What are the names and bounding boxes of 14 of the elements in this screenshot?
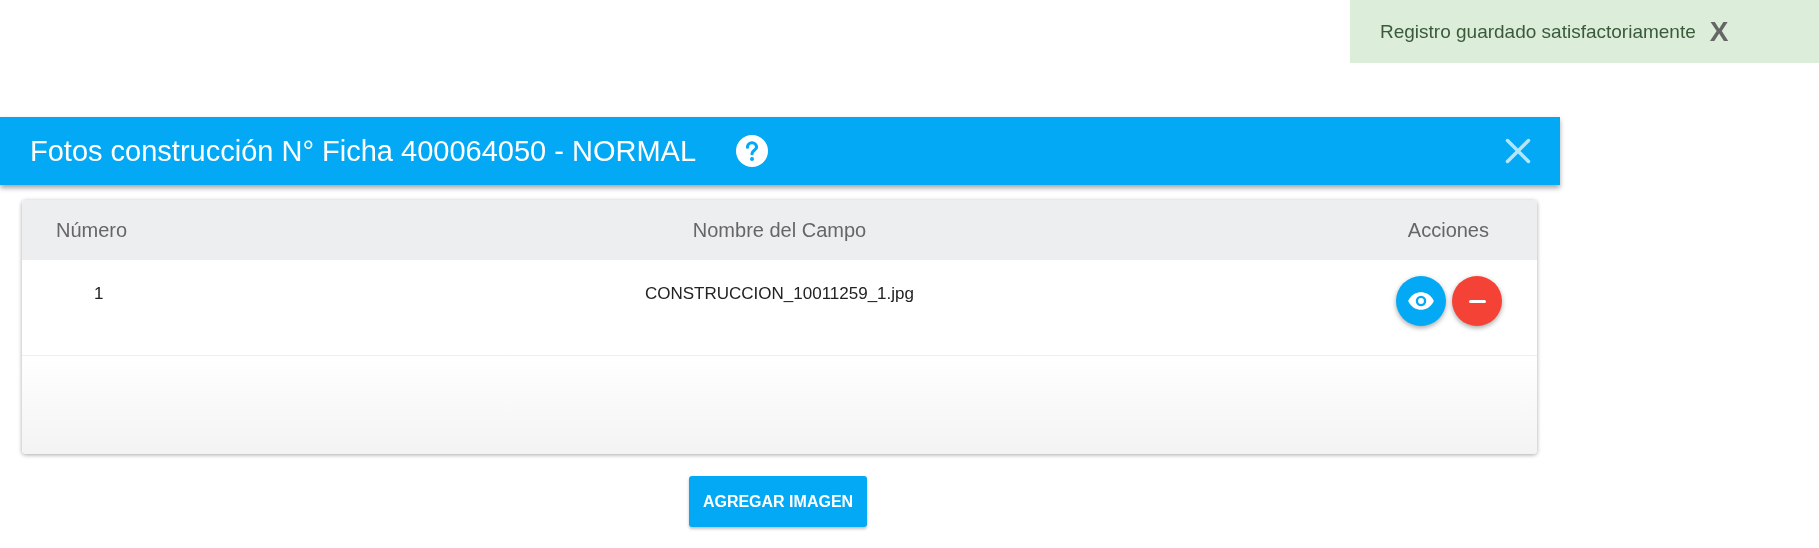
table-cell-text: 1 [93, 284, 105, 304]
column-header: Nombre del Campo [691, 218, 868, 242]
close-icon[interactable] [1504, 137, 1532, 165]
table-cell-text: CONSTRUCCION_10011259_1.jpg [644, 284, 915, 304]
column-header: Número [55, 218, 129, 242]
view-button[interactable] [1396, 276, 1446, 326]
help-icon[interactable] [736, 135, 768, 167]
column-header: Acciones [1406, 218, 1490, 242]
delete-button[interactable] [1452, 276, 1502, 326]
toast-message: Registro guardado satisfactoriamente [1380, 20, 1696, 43]
dialog-title: Fotos construcción N° Ficha 400064050 - NORMAL [30, 134, 696, 168]
minus-icon [1468, 299, 1486, 303]
close-button[interactable]: X [1709, 15, 1729, 48]
add-image-button[interactable]: AGREGAR IMAGEN [688, 476, 868, 527]
